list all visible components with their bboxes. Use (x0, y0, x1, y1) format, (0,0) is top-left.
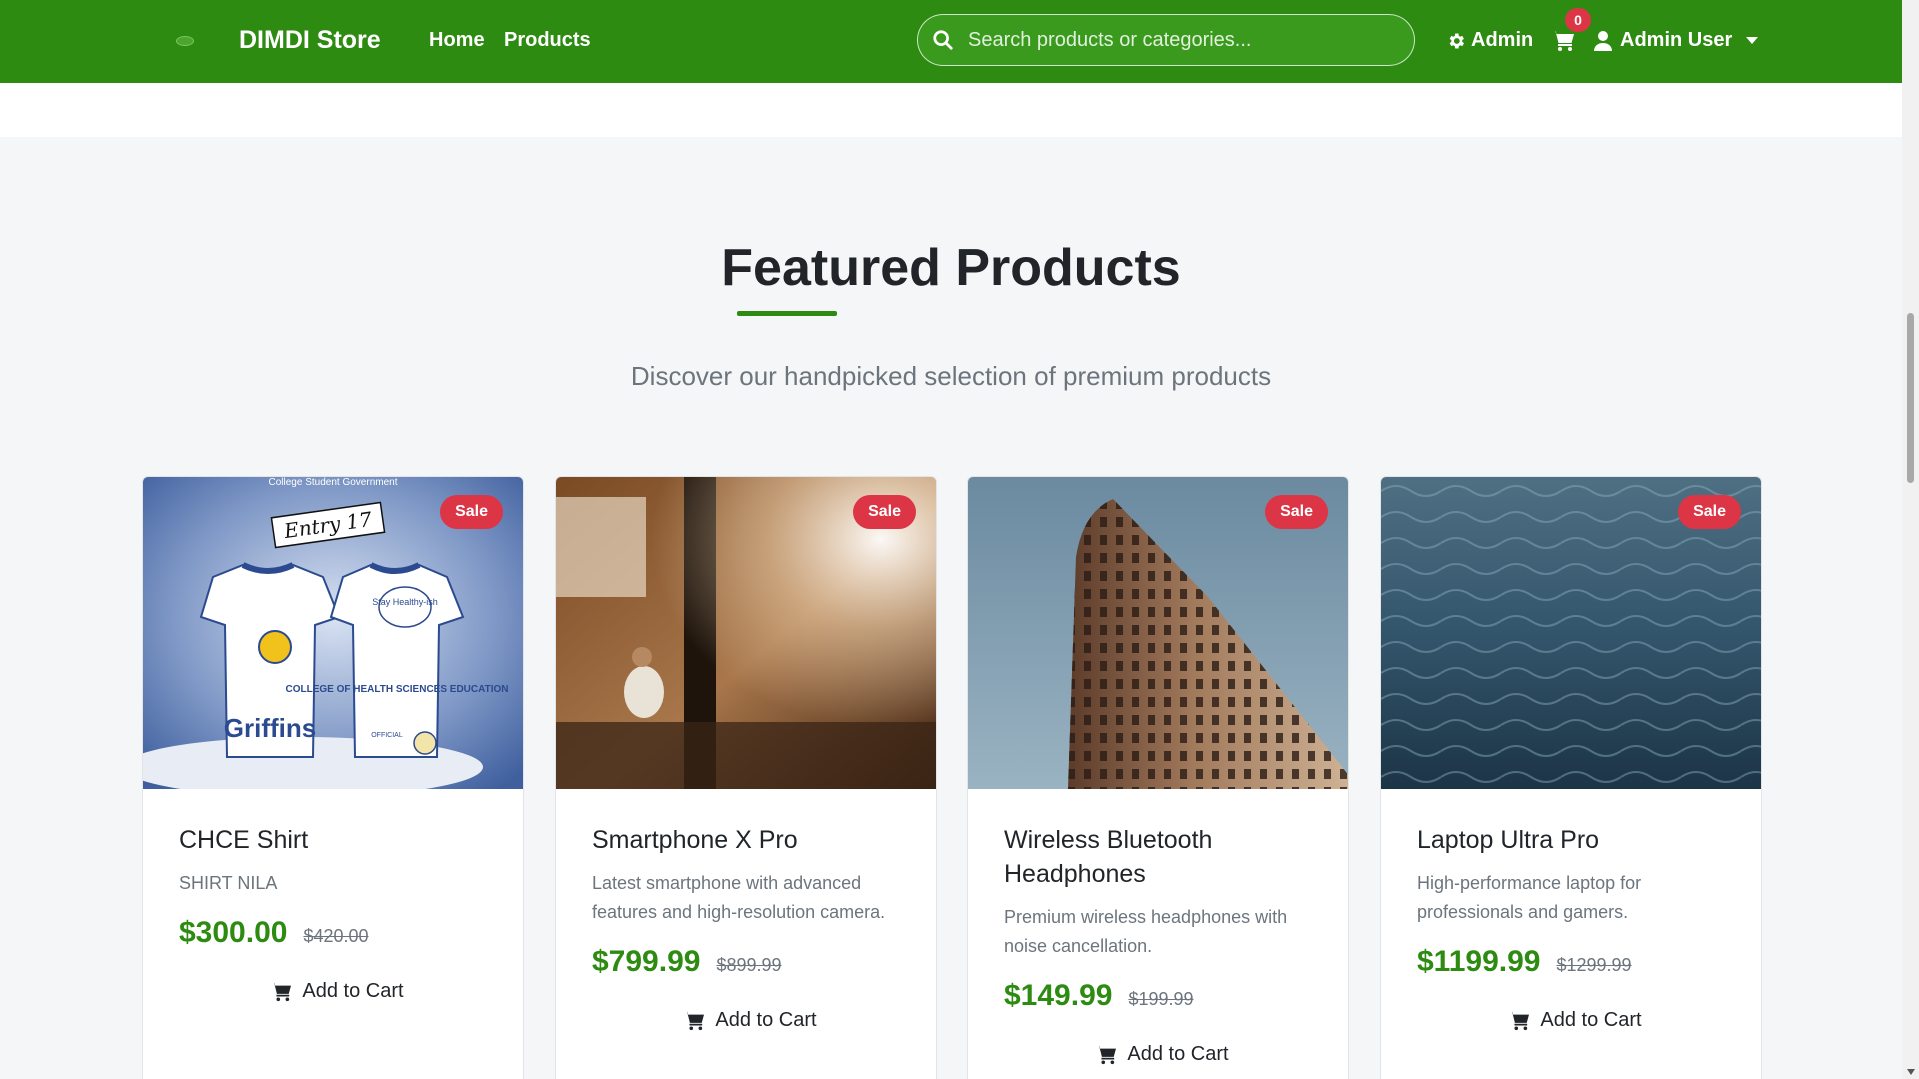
product-image[interactable]: Sale (968, 477, 1348, 789)
add-to-cart-label: Add to Cart (715, 1009, 817, 1031)
product-price: $300.00 (179, 916, 288, 949)
price-row: $799.99 $899.99 (592, 945, 908, 979)
sale-badge: Sale (1678, 495, 1741, 529)
brand-link[interactable]: DIMDI Store (239, 26, 381, 55)
navbar: DIMDI Store Home Products Admin 0 (0, 0, 1902, 83)
cart-icon (271, 982, 292, 1001)
brand-logo-icon[interactable] (176, 36, 194, 46)
sale-badge: Sale (853, 495, 916, 529)
product-price: $799.99 (592, 945, 701, 978)
product-title[interactable]: Smartphone X Pro (592, 823, 908, 857)
user-menu-dropdown[interactable]: Admin User (1594, 29, 1759, 52)
cart-icon (1096, 1045, 1117, 1064)
product-description: Latest smartphone with advanced features… (592, 873, 886, 922)
admin-label: Admin (1471, 29, 1534, 51)
card-body: Laptop Ultra Pro High-performance laptop… (1417, 823, 1733, 1032)
user-label: Admin User (1620, 29, 1733, 51)
add-to-cart-button[interactable]: Add to Cart (1004, 1043, 1320, 1066)
product-image[interactable]: Sale (556, 477, 936, 789)
product-old-price: $1299.99 (1556, 955, 1632, 975)
featured-section: Featured Products Discover our handpicke… (0, 137, 1902, 1079)
image-back-text: COLLEGE OF HEALTH SCIENCES EDUCATION (286, 684, 509, 695)
product-image[interactable]: Sale (1381, 477, 1761, 789)
cart-icon (1509, 1011, 1530, 1030)
cart-count-badge: 0 (1565, 8, 1591, 32)
search-box (917, 14, 1415, 66)
image-bubble-text: Stay Healthy-ish (372, 597, 438, 607)
chevron-down-icon (1746, 37, 1759, 44)
add-to-cart-button[interactable]: Add to Cart (179, 980, 495, 1003)
add-to-cart-button[interactable]: Add to Cart (592, 1009, 908, 1032)
card-body: CHCE Shirt SHIRT NILA $300.00 $420.00 Ad… (179, 823, 495, 1003)
product-old-price: $199.99 (1128, 989, 1194, 1009)
nav-products-link[interactable]: Products (504, 29, 591, 52)
product-price: $1199.99 (1417, 945, 1541, 978)
scrollbar-thumb[interactable] (1907, 313, 1914, 483)
nav-home-link[interactable]: Home (429, 29, 485, 52)
add-to-cart-label: Add to Cart (1127, 1043, 1229, 1065)
product-image[interactable]: College Student Government Entry 17 Grif… (143, 477, 523, 789)
search-input[interactable] (966, 27, 1414, 53)
add-to-cart-label: Add to Cart (1540, 1009, 1642, 1031)
product-card[interactable]: Sale Smartphone X Pro Latest smartphone … (555, 476, 937, 1079)
product-card[interactable]: Sale Laptop Ultra Pro High-performance l… (1380, 476, 1762, 1079)
cart-icon (684, 1011, 705, 1030)
product-title[interactable]: CHCE Shirt (179, 823, 495, 857)
product-description: Premium wireless headphones with noise c… (1004, 907, 1288, 956)
sale-badge: Sale (440, 495, 503, 529)
section-title: Featured Products (721, 239, 1181, 297)
product-price: $149.99 (1004, 979, 1113, 1012)
product-old-price: $420.00 (303, 926, 369, 946)
price-row: $149.99 $199.99 (1004, 979, 1320, 1013)
sale-badge: Sale (1265, 495, 1328, 529)
image-footer-text: OFFICIAL (371, 732, 403, 739)
product-description: High-performance laptop for professional… (1417, 873, 1642, 922)
page: DIMDI Store Home Products Admin 0 (0, 0, 1902, 1079)
product-old-price: $899.99 (716, 955, 782, 975)
vertical-scrollbar[interactable] (1902, 0, 1919, 1079)
price-row: $300.00 $420.00 (179, 916, 495, 950)
cart-icon[interactable] (1551, 30, 1575, 52)
add-to-cart-label: Add to Cart (302, 980, 404, 1002)
search-icon (933, 30, 953, 50)
product-card[interactable]: Sale Wireless Bluetooth Headphones Premi… (967, 476, 1349, 1079)
gear-icon (1449, 33, 1464, 48)
card-body: Wireless Bluetooth Headphones Premium wi… (1004, 823, 1320, 1066)
add-to-cart-button[interactable]: Add to Cart (1417, 1009, 1733, 1032)
product-description: SHIRT NILA (179, 873, 278, 893)
scroll-down-arrow-icon[interactable] (1907, 1069, 1915, 1075)
title-underline (737, 311, 837, 316)
image-header-text: College Student Government (269, 477, 398, 488)
product-title[interactable]: Laptop Ultra Pro (1417, 823, 1733, 857)
card-body: Smartphone X Pro Latest smartphone with … (592, 823, 908, 1032)
product-title[interactable]: Wireless Bluetooth Headphones (1004, 823, 1320, 891)
product-card[interactable]: College Student Government Entry 17 Grif… (142, 476, 524, 1079)
admin-link[interactable]: Admin (1446, 29, 1533, 52)
price-row: $1199.99 $1299.99 (1417, 945, 1733, 979)
image-shirt-text: Griffins (224, 713, 316, 743)
user-icon (1594, 30, 1612, 51)
section-subtitle: Discover our handpicked selection of pre… (630, 361, 1272, 391)
